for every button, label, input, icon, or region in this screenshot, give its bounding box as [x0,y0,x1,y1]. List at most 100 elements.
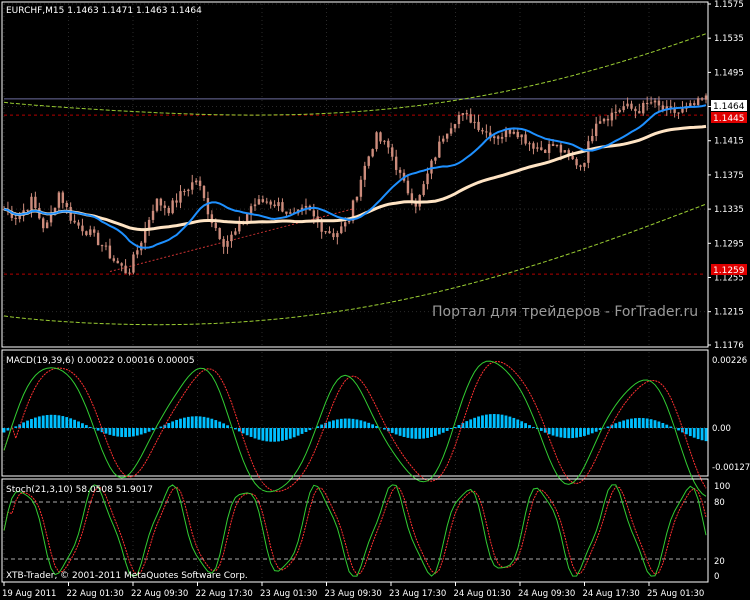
candle-body [453,124,457,129]
trading-chart[interactable]: EURCHF,M15 1.1463 1.1471 1.1463 1.1464 П… [0,0,750,600]
time-tick-label: 24 Aug 17:30 [583,589,640,599]
time-tick-label: 22 Aug 01:30 [67,589,124,599]
candle-body [194,180,198,183]
candle-body [598,121,602,124]
candle-body [159,198,163,206]
candle-body [677,112,680,114]
candle-body [693,103,696,105]
candle-body [387,140,390,148]
stoch-title: Stoch(21,3,10) 58.0508 51.9017 [6,485,153,495]
candle-body [69,206,72,221]
candle-body [175,200,178,203]
candle-body [555,144,559,146]
candle-body [93,229,96,233]
candle-body [591,135,594,142]
candle-body [108,245,112,259]
price-tick-label: 1.1176 [714,341,744,351]
candle-body [343,222,347,227]
candle-body [594,123,598,136]
candle-body [563,150,567,153]
candle-body [544,150,547,153]
candle-body [645,102,649,104]
candle-body [73,220,76,223]
candle-body [320,222,323,232]
candle-body [638,111,641,114]
candle-body [391,147,394,157]
candle-body [26,209,29,211]
candle-body [179,191,182,203]
candle-body [669,106,672,108]
candle-body [657,100,661,106]
candle-body [371,149,374,157]
candle-body [551,144,555,146]
candle-body [634,108,637,112]
candle-body [512,131,516,134]
candle-body [457,114,461,125]
candle-body [171,200,174,214]
stoch-axis-80: 80 [714,498,725,508]
candle-body [332,233,335,238]
candle-body [100,245,104,247]
candle-body [65,202,68,207]
candle-body [696,98,700,105]
candle-body [359,179,363,197]
time-tick-label: 24 Aug 01:30 [454,589,511,599]
candle-body [104,245,108,247]
candle-body [461,113,465,115]
stoch-axis-20: 20 [714,557,725,567]
candle-body [606,118,610,121]
macd-title: MACD(19,39,6) 0.00022 0.00016 0.00005 [6,356,195,366]
candle-body [324,231,327,233]
price-tick-label: 1.1215 [714,308,744,318]
candle-body [375,132,378,150]
candle-body [528,143,531,145]
candle-body [116,260,119,264]
candle-body [571,155,574,160]
time-tick-label: 23 Aug 09:30 [325,589,382,599]
candle-body [238,223,241,232]
time-tick-label: 19 Aug 2011 [2,589,56,599]
red-level-label: 1.1445 [713,114,745,124]
red-level-tag: 1.1445 [711,112,747,124]
candle-body [614,111,617,113]
candle-body [438,141,441,158]
candle-body [602,118,606,122]
candle-body [128,272,131,274]
candle-body [379,132,382,142]
candle-body [202,185,206,199]
time-tick-label: 24 Aug 09:30 [518,589,575,599]
candle-body [289,212,292,214]
price-tick-label: 1.1295 [714,239,744,249]
candle-body [277,202,280,207]
candle-body [442,138,445,142]
candle-body [626,103,629,107]
candle-body [226,241,229,247]
candle-body [14,217,17,220]
candle-body [559,144,563,153]
candle-body [222,239,225,247]
candle-body [155,198,159,211]
lower-red-level-label: 1.1259 [713,266,745,276]
time-tick-label: 22 Aug 09:30 [131,589,188,599]
candle-body [30,196,33,210]
candle-body [147,219,151,229]
candle-body [34,196,37,209]
price-tick-label: 1.1335 [714,205,744,215]
candle-body [516,131,519,138]
candle-body [434,157,437,161]
price-tick-label: 1.1415 [714,137,744,147]
candle-body [473,121,476,123]
candle-body [120,263,123,266]
candle-body [340,226,343,234]
price-tick-label: 1.1535 [714,34,744,44]
candle-body [520,134,523,138]
candle-body [496,136,500,139]
candle-body [575,159,578,166]
candle-body [265,201,268,203]
candle-body [630,103,633,109]
candle-body [347,220,351,223]
candle-body [398,169,402,173]
price-tick-label: 1.1375 [714,171,744,181]
candle-body [532,143,535,149]
candle-body [198,180,202,186]
